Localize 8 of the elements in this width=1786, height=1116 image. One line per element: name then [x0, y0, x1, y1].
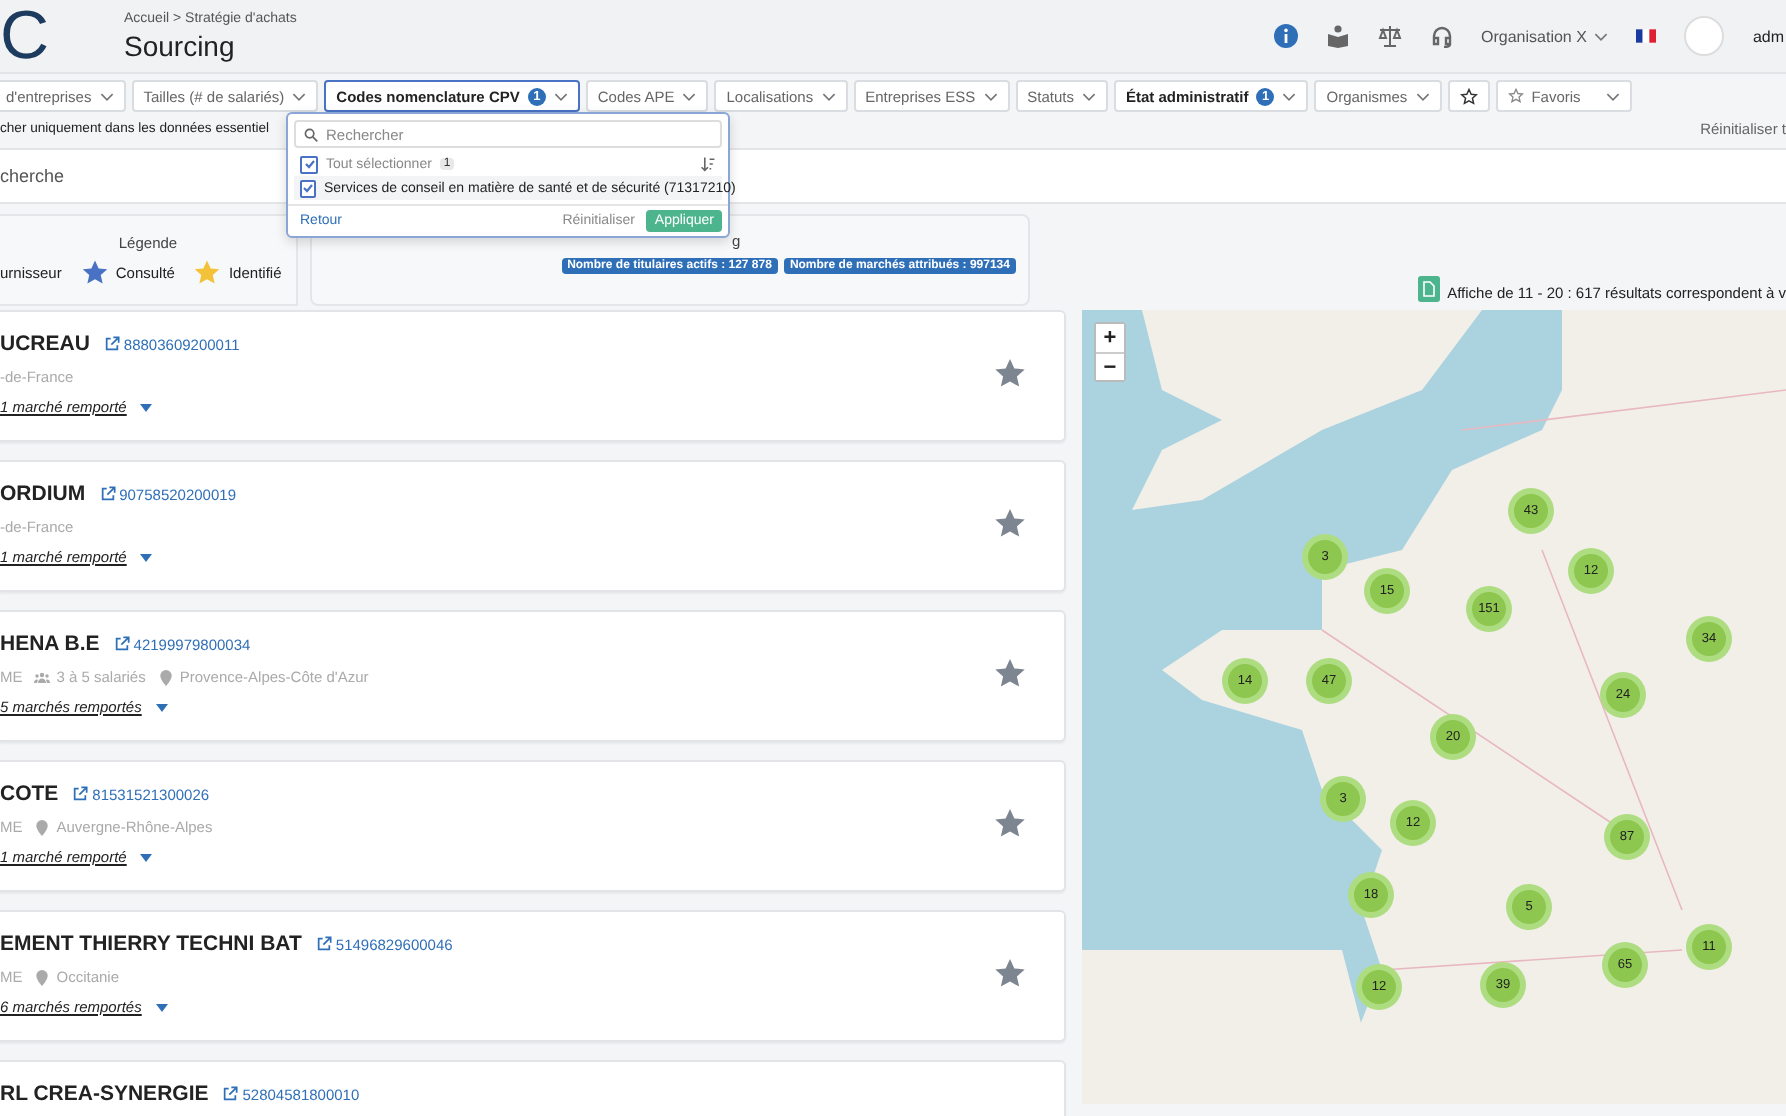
company-name: RL CREA-SYNERGIE [0, 1082, 209, 1106]
company-name: UCREAU [0, 332, 90, 356]
company-name: ORDIUM [0, 482, 86, 506]
company-name: COTE [0, 782, 59, 806]
company-name: HENA B.E [0, 632, 100, 656]
page-title: Sourcing [124, 29, 237, 61]
logo: C [0, 0, 52, 72]
company-name: EMENT THIERRY TECHNI BAT [0, 932, 302, 956]
